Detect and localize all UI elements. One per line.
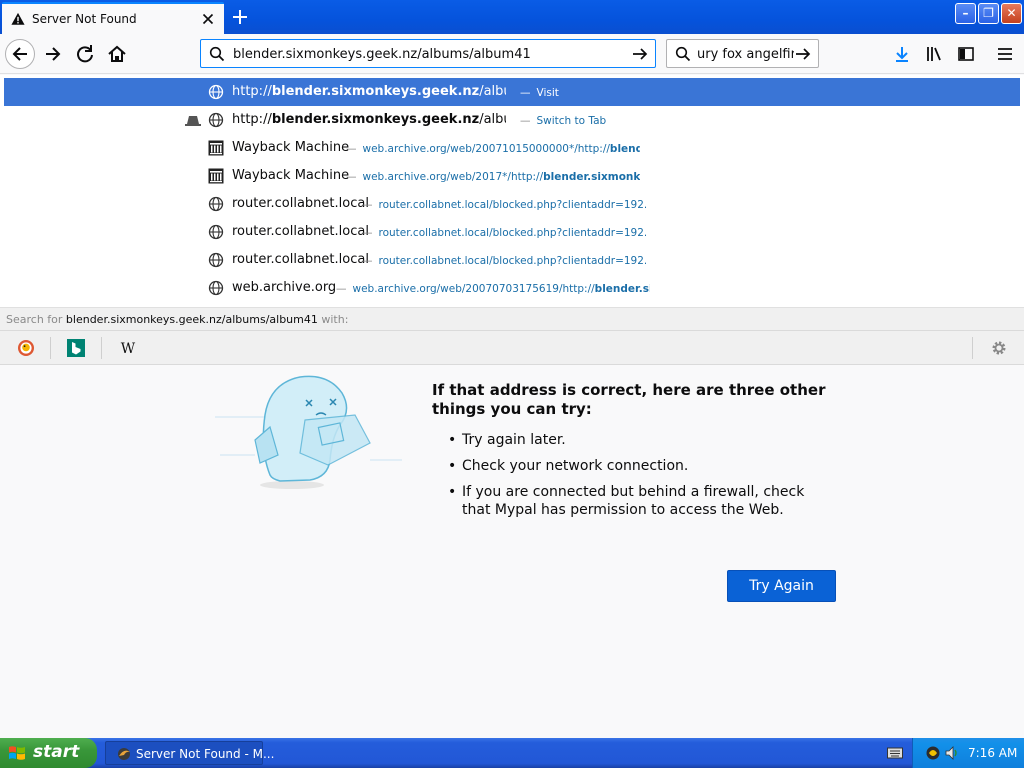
restore-button[interactable]: ❐	[978, 3, 999, 24]
autocomplete-row[interactable]: router.collabnet.local — router.collabnet…	[4, 218, 1020, 246]
autocomplete-url: — web.archive.org/web/2017*/http://blende…	[346, 171, 640, 183]
system-tray: 7:16 AM	[912, 738, 1024, 768]
taskbar-item-browser[interactable]: Server Not Found - M...	[105, 741, 274, 765]
autocomplete-url: — web.archive.org/web/20070703175619/http…	[336, 283, 650, 295]
autocomplete-row[interactable]: router.collabnet.local — router.collabnet…	[4, 246, 1020, 274]
svg-text:W: W	[121, 341, 136, 357]
autocomplete-row[interactable]: router.collabnet.local — router.collabnet…	[4, 190, 1020, 218]
forward-arrow-icon[interactable]	[38, 39, 68, 69]
autocomplete-row[interactable]: Wayback Machine — web.archive.org/web/201…	[4, 162, 1020, 190]
autocomplete-url: — router.collabnet.local/blocked.php?clie…	[362, 227, 646, 239]
bing-icon[interactable]	[67, 339, 85, 357]
sidebar-icon[interactable]	[957, 45, 975, 63]
autocomplete-title: web.archive.org	[232, 280, 337, 295]
warning-icon	[11, 12, 25, 25]
autocomplete-title: http://blender.sixmonkeys.geek.nz/albums…	[232, 112, 506, 127]
search-for-header: Search for blender.sixmonkeys.geek.nz/al…	[0, 307, 1024, 331]
reload-icon[interactable]	[70, 39, 100, 69]
home-icon[interactable]	[102, 39, 132, 69]
divider	[972, 337, 973, 359]
autocomplete-title: router.collabnet.local	[232, 224, 369, 239]
start-button[interactable]: start	[0, 738, 97, 768]
error-headline: If that address is correct, here are thr…	[432, 381, 826, 418]
browser-icon	[118, 748, 130, 760]
autocomplete-title: Wayback Machine	[232, 168, 350, 183]
autocomplete-title: http://blender.sixmonkeys.geek.nz/albums…	[232, 84, 506, 99]
autocomplete-title: router.collabnet.local	[232, 252, 369, 267]
search-input[interactable]: ury fox angelfire	[697, 47, 804, 62]
close-window-button[interactable]: ✕	[1001, 3, 1022, 24]
autocomplete-title: router.collabnet.local	[232, 196, 369, 211]
network-icon[interactable]	[925, 745, 941, 761]
go-arrow-icon[interactable]	[794, 45, 812, 63]
autocomplete-row[interactable]: web.archive.org — web.archive.org/web/200…	[4, 274, 1020, 302]
search-icon	[675, 46, 691, 62]
back-arrow-icon	[12, 47, 27, 61]
autocomplete-url: — router.collabnet.local/blocked.php?clie…	[362, 255, 646, 267]
autocomplete-url: — web.archive.org/web/20071015000000*/htt…	[346, 143, 640, 155]
duckduckgo-icon[interactable]	[17, 339, 35, 357]
wikipedia-icon[interactable]: W	[119, 339, 137, 357]
clock: 7:16 AM	[968, 746, 1018, 760]
navigation-toolbar: blender.sixmonkeys.geek.nz/albums/album4…	[0, 34, 1024, 74]
search-icon	[209, 46, 225, 62]
archive-icon	[208, 168, 224, 184]
tab-title: Server Not Found	[32, 12, 137, 26]
globe-icon	[208, 196, 224, 212]
url-bar[interactable]: blender.sixmonkeys.geek.nz/albums/album4…	[200, 39, 656, 68]
volume-icon[interactable]	[944, 745, 960, 761]
tab-strip: Server Not Found – ❐ ✕	[0, 0, 1024, 34]
keyboard-icon[interactable]	[887, 746, 903, 760]
autocomplete-action: — Visit	[520, 87, 559, 99]
autocomplete-action: — Switch to Tab	[520, 115, 607, 127]
globe-icon	[208, 84, 224, 100]
error-tips-list: Try again later. Check your network conn…	[446, 431, 826, 527]
autocomplete-row[interactable]: http://blender.sixmonkeys.geek.nz/albums…	[4, 106, 1020, 134]
new-tab-icon[interactable]	[228, 5, 252, 29]
autocomplete-title: Wayback Machine	[232, 140, 350, 155]
menu-icon[interactable]	[996, 45, 1014, 63]
divider	[50, 337, 51, 359]
error-illustration	[215, 375, 402, 489]
autocomplete-row[interactable]: http://blender.sixmonkeys.geek.nz/albums…	[4, 78, 1020, 106]
tab-active[interactable]: Server Not Found	[2, 2, 224, 34]
divider	[101, 337, 102, 359]
url-text[interactable]: blender.sixmonkeys.geek.nz/albums/album4…	[233, 47, 531, 62]
minimize-button[interactable]: –	[955, 3, 976, 24]
url-autocomplete-popup: http://blender.sixmonkeys.geek.nz/albums…	[0, 75, 1024, 365]
globe-icon	[208, 112, 224, 128]
globe-icon	[208, 252, 224, 268]
start-label: start	[33, 742, 80, 762]
taskbar: start Server Not Found - M... 7:16 AM	[0, 738, 1024, 768]
list-item: Try again later.	[446, 431, 826, 449]
autocomplete-url: — router.collabnet.local/blocked.php?clie…	[362, 199, 646, 211]
taskbar-item-label: Server Not Found - M...	[136, 747, 275, 761]
go-arrow-icon[interactable]	[631, 45, 649, 63]
library-icon[interactable]	[925, 45, 943, 63]
error-page: If that address is correct, here are thr…	[0, 365, 1024, 738]
download-icon[interactable]	[893, 45, 911, 63]
one-off-search-engines: W	[0, 331, 1024, 365]
list-item: Check your network connection.	[446, 457, 826, 475]
archive-icon	[208, 140, 224, 156]
search-bar[interactable]: ury fox angelfire	[666, 39, 819, 68]
gear-icon[interactable]	[990, 339, 1008, 357]
list-item: If you are connected but behind a firewa…	[446, 483, 826, 519]
try-again-button[interactable]: Try Again	[727, 570, 836, 602]
back-button[interactable]	[5, 39, 35, 69]
tab-close-icon[interactable]	[200, 11, 216, 27]
windows-logo-icon	[9, 746, 25, 760]
globe-icon	[208, 280, 224, 296]
tab-icon	[185, 116, 201, 126]
globe-icon	[208, 224, 224, 240]
autocomplete-row[interactable]: Wayback Machine — web.archive.org/web/200…	[4, 134, 1020, 162]
